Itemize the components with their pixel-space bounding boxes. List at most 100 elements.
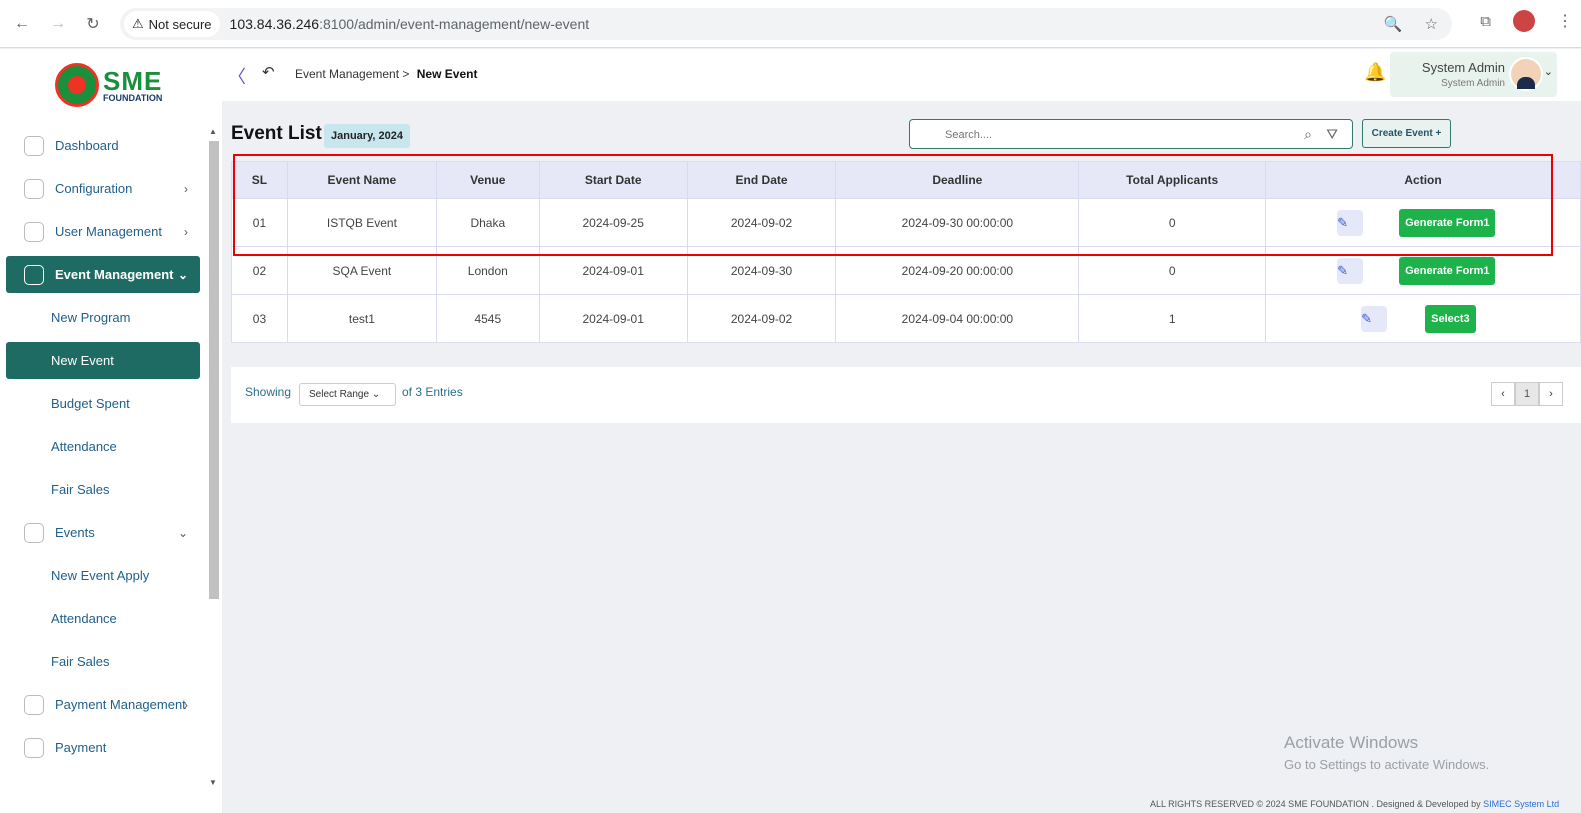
sidebar-item-fair-sales[interactable]: Fair Sales [6,471,200,508]
zoom-icon[interactable]: 🔍 [1384,15,1403,33]
edit-icon[interactable]: ✎ [1361,305,1388,332]
create-event-button[interactable]: Create Event + [1362,119,1451,148]
chevron-right-icon: › [184,224,188,239]
notification-bell-icon[interactable]: 🔔 [1364,62,1386,83]
reload-icon[interactable]: ↻ [79,10,107,38]
table-header-row: SL Event Name Venue Start Date End Date … [231,161,1581,199]
logo-emblem-icon [55,63,99,107]
scroll-thumb[interactable] [209,141,219,599]
copyright-footer: ALL RIGHTS RESERVED © 2024 SME FOUNDATIO… [1150,799,1560,809]
breadcrumb-separator: > [402,67,410,81]
cell-end-date: 2024-09-02 [687,294,837,343]
sidebar-scrollbar[interactable]: ▲ ▼ [207,127,219,787]
sidebar-item-events-fair-sales[interactable]: Fair Sales [6,643,200,680]
cell-sl: 02 [231,246,288,295]
pagination-bar: Showing Select Range ⌄ of 3 Entries ‹ 1 … [231,367,1581,423]
prev-page-button[interactable]: ‹ [1491,382,1515,406]
cell-event-name: ISTQB Event [287,198,437,247]
cell-end-date: 2024-09-30 [687,246,837,295]
sidebar-item-budget-spent[interactable]: Budget Spent [6,385,200,422]
table-row: 01 ISTQB Event Dhaka 2024-09-25 2024-09-… [231,198,1581,247]
sidebar-item-new-program[interactable]: New Program [6,299,200,336]
breadcrumb: Event Management > New Event [295,67,477,81]
page-number-button[interactable]: 1 [1515,382,1539,406]
cell-start-date: 2024-09-01 [539,246,688,295]
chevron-right-icon: › [184,181,188,196]
sidebar-item-payment-management[interactable]: Payment Management › [6,686,200,723]
cell-end-date: 2024-09-02 [687,198,837,247]
avatar [1509,57,1543,91]
cell-venue: 4545 [436,294,540,343]
generate-form-button[interactable]: Generate Form1 [1399,208,1496,237]
search-box: ⌕ ⛛ [909,119,1353,149]
breadcrumb-current: New Event [416,67,478,81]
back-arrow-icon[interactable]: ← [8,10,36,38]
sidebar-item-dashboard[interactable]: Dashboard [6,127,200,164]
events-icon [24,522,44,543]
filter-icon[interactable]: ⛛ [1326,126,1338,143]
security-label: Not secure [148,16,212,32]
extensions-icon[interactable]: ⧉ [1480,13,1491,30]
sidebar-item-attendance[interactable]: Attendance [6,428,200,465]
grid-icon [24,135,44,156]
page-title: Event List [231,123,322,144]
scroll-down-icon[interactable]: ▼ [209,778,217,787]
chevron-down-icon: ⌄ [177,525,188,540]
chevron-down-icon: ⌄ [177,267,188,282]
select-button[interactable]: Select3 [1425,304,1476,333]
top-bar: 〈 ↶ Event Management > New Event 🔔 Syste… [222,49,1581,101]
chevron-down-icon[interactable]: ⌄ [1544,65,1553,78]
logo-foundation-text: FOUNDATION [103,92,163,103]
search-input[interactable] [945,125,1275,145]
sidebar-item-new-event-apply[interactable]: New Event Apply [6,557,200,594]
sidebar-item-events-attendance[interactable]: Attendance [6,600,200,637]
security-chip[interactable]: ⚠ Not secure [124,11,220,37]
cell-action: ✎ Generate Form1 [1265,246,1581,295]
url-text[interactable]: 103.84.36.246:8100/admin/event-managemen… [230,16,590,32]
pager: ‹ 1 › [1491,382,1563,406]
warning-icon: ⚠ [132,16,144,31]
breadcrumb-parent[interactable]: Event Management [295,67,399,81]
column-header-start-date: Start Date [539,161,688,199]
browser-profile-avatar[interactable] [1513,10,1535,32]
search-icon[interactable]: ⌕ [1304,126,1312,143]
cell-total-applicants: 0 [1078,198,1267,247]
cell-total-applicants: 1 [1078,294,1267,343]
column-header-venue: Venue [436,161,540,199]
sidebar-item-events[interactable]: Events ⌄ [6,514,200,551]
user-profile-menu[interactable]: System Admin System Admin ⌄ [1390,52,1557,97]
showing-label: Showing [245,385,292,399]
sidebar-menu: Dashboard Configuration › User Management… [6,127,200,772]
cell-sl: 01 [231,198,288,247]
sidebar-item-new-event[interactable]: New Event [6,342,200,379]
sidebar-item-user-management[interactable]: User Management › [6,213,200,250]
address-bar[interactable]: ⚠ Not secure 103.84.36.246:8100/admin/ev… [120,8,1452,40]
sidebar-item-event-management[interactable]: Event Management ⌄ [6,256,200,293]
chevron-down-icon: ⌄ [371,389,381,400]
column-header-end-date: End Date [687,161,837,199]
sme-foundation-logo[interactable]: SME FOUNDATION [55,61,170,109]
generate-form-button[interactable]: Generate Form1 [1399,256,1496,285]
cell-venue: London [436,246,540,295]
bookmark-star-icon[interactable]: ☆ [1425,15,1438,33]
sidebar-item-configuration[interactable]: Configuration › [6,170,200,207]
sidebar-item-payment[interactable]: Payment [6,729,200,766]
cell-action: ✎ Select3 [1265,294,1581,343]
edit-icon[interactable]: ✎ [1337,209,1364,236]
collapse-sidebar-icon[interactable]: 〈 [228,63,246,89]
next-page-button[interactable]: › [1539,382,1563,406]
cell-sl: 03 [231,294,288,343]
undo-back-icon[interactable]: ↶ [262,63,275,81]
payment-icon [24,737,44,758]
developer-link[interactable]: SIMEC System Ltd [1483,799,1559,809]
browser-menu-icon[interactable]: ⋮ [1557,11,1573,31]
event-table: SL Event Name Venue Start Date End Date … [231,161,1581,343]
entries-label: of 3 Entries [402,385,463,399]
scroll-up-icon[interactable]: ▲ [209,127,217,136]
column-header-action: Action [1265,161,1581,199]
browser-bar: ← → ↻ ⚠ Not secure 103.84.36.246:8100/ad… [0,0,1581,48]
logo-sme-text: SME [103,65,163,96]
edit-icon[interactable]: ✎ [1337,257,1364,284]
select-range-dropdown[interactable]: Select Range ⌄ [299,383,396,406]
forward-arrow-icon[interactable]: → [44,10,72,38]
